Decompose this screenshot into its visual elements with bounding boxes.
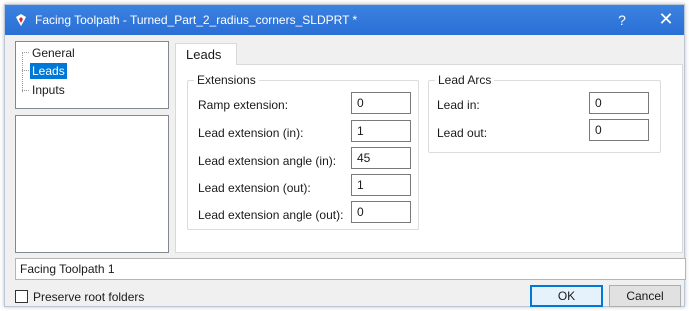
facing-toolpath-dialog: Facing Toolpath - Turned_Part_2_radius_c… bbox=[4, 4, 686, 307]
tree-connector bbox=[22, 52, 23, 92]
lead-in-label: Lead in: bbox=[437, 98, 480, 112]
tree-item-inputs[interactable]: Inputs bbox=[30, 82, 67, 98]
tree-connector bbox=[22, 70, 29, 71]
lead-extension-angle-out-label: Lead extension angle (out): bbox=[198, 208, 344, 222]
window-title: Facing Toolpath - Turned_Part_2_radius_c… bbox=[35, 13, 358, 27]
lead-out-label: Lead out: bbox=[437, 126, 488, 140]
lead-extension-angle-in-input[interactable] bbox=[351, 147, 411, 169]
lead-extension-out-label: Lead extension (out): bbox=[198, 181, 311, 195]
solidworks-logo-icon bbox=[16, 14, 26, 26]
leads-tab-content: Extensions Ramp extension: Lead extensio… bbox=[175, 64, 683, 253]
extensions-group: Extensions Ramp extension: Lead extensio… bbox=[187, 73, 419, 230]
lead-in-input[interactable] bbox=[589, 92, 649, 114]
description-panel bbox=[15, 115, 169, 253]
cancel-button[interactable]: Cancel bbox=[609, 285, 681, 307]
help-button[interactable]: ? bbox=[605, 5, 639, 35]
ramp-extension-input[interactable] bbox=[351, 92, 411, 114]
close-button[interactable]: ✕ bbox=[647, 5, 685, 35]
tree-connector bbox=[22, 52, 29, 53]
title-bar[interactable]: Facing Toolpath - Turned_Part_2_radius_c… bbox=[5, 5, 684, 35]
tree-connector bbox=[22, 90, 29, 91]
lead-extension-in-input[interactable] bbox=[351, 120, 411, 142]
toolpath-name-input[interactable] bbox=[15, 258, 686, 280]
lead-out-input[interactable] bbox=[589, 119, 649, 141]
lead-extension-out-input[interactable] bbox=[351, 174, 411, 196]
tab-leads[interactable]: Leads bbox=[175, 43, 237, 65]
preserve-root-folders-label[interactable]: Preserve root folders bbox=[33, 290, 144, 304]
tree-item-leads[interactable]: Leads bbox=[30, 63, 67, 79]
tree-item-general[interactable]: General bbox=[30, 45, 77, 61]
ramp-extension-label: Ramp extension: bbox=[198, 98, 289, 112]
lead-extension-in-label: Lead extension (in): bbox=[198, 126, 304, 140]
preserve-root-folders-checkbox[interactable] bbox=[15, 290, 28, 303]
lead-arcs-group: Lead Arcs Lead in: Lead out: bbox=[428, 73, 661, 153]
close-icon: ✕ bbox=[658, 9, 674, 29]
extensions-group-title: Extensions bbox=[194, 73, 259, 87]
lead-extension-angle-in-label: Lead extension angle (in): bbox=[198, 154, 337, 168]
lead-extension-angle-out-input[interactable] bbox=[351, 201, 411, 223]
page-tree: General Leads Inputs bbox=[15, 41, 169, 109]
ok-button[interactable]: OK bbox=[530, 285, 603, 307]
lead-arcs-group-title: Lead Arcs bbox=[435, 73, 495, 87]
